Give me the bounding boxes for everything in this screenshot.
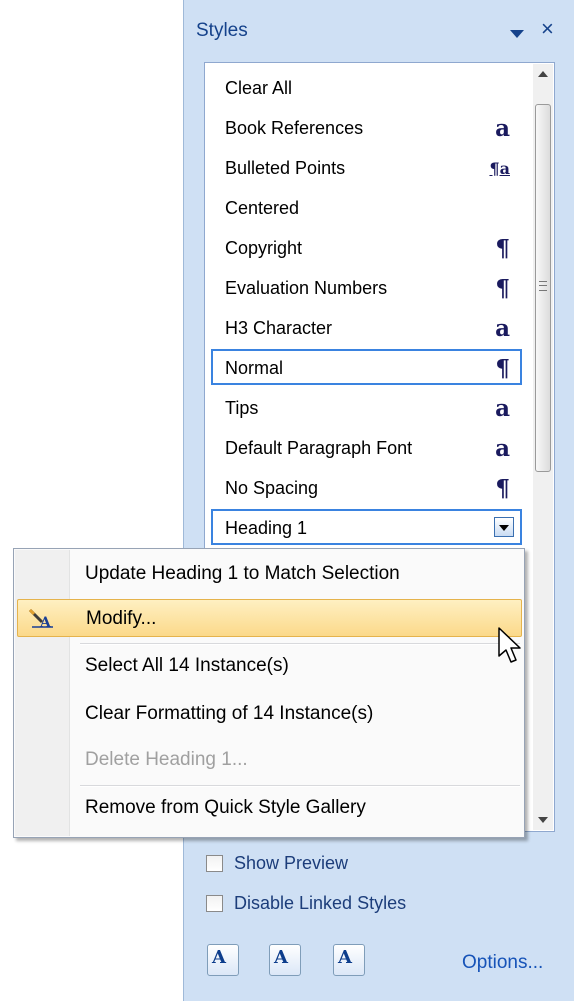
style-inspector-icon: A bbox=[274, 947, 288, 968]
disable-linked-styles-checkbox[interactable] bbox=[206, 895, 223, 912]
show-preview-checkbox[interactable] bbox=[206, 855, 223, 872]
menu-item-label: Clear Formatting of 14 Instance(s) bbox=[85, 703, 374, 724]
scroll-thumb[interactable] bbox=[535, 104, 551, 472]
style-item-bulleted-points[interactable]: Bulleted Points ¶a bbox=[211, 149, 522, 185]
style-item-normal[interactable]: Normal ¶ bbox=[211, 349, 522, 385]
style-label: Default Paragraph Font bbox=[225, 438, 413, 458]
paragraph-style-icon: ¶ bbox=[495, 235, 510, 262]
manage-styles-button[interactable]: A bbox=[333, 944, 365, 976]
style-label: No Spacing bbox=[225, 478, 319, 498]
grip-icon bbox=[539, 281, 547, 291]
pane-options-dropdown-icon[interactable] bbox=[510, 30, 524, 38]
style-item-default-paragraph-font[interactable]: Default Paragraph Font a bbox=[211, 429, 522, 465]
style-dropdown-button[interactable] bbox=[494, 517, 514, 537]
menu-item-modify[interactable]: A Modify... bbox=[17, 599, 522, 637]
styles-pane: Styles × Clear All Book References a Bul… bbox=[183, 0, 574, 1001]
menu-item-label: Remove from Quick Style Gallery bbox=[85, 797, 366, 818]
paragraph-style-icon: ¶ bbox=[495, 355, 510, 382]
modify-style-icon: A bbox=[28, 608, 53, 628]
menu-separator bbox=[80, 785, 520, 787]
linked-style-icon: ¶a bbox=[489, 159, 510, 178]
style-label: Copyright bbox=[225, 238, 303, 258]
menu-item-update-to-match[interactable]: Update Heading 1 to Match Selection bbox=[17, 555, 522, 593]
new-style-icon: A bbox=[212, 947, 226, 968]
manage-styles-icon: A bbox=[338, 947, 352, 968]
style-item-evaluation-numbers[interactable]: Evaluation Numbers ¶ bbox=[211, 269, 522, 305]
paragraph-style-icon: ¶ bbox=[495, 475, 510, 502]
pane-title: Styles bbox=[196, 20, 248, 41]
menu-item-select-all-instances[interactable]: Select All 14 Instance(s) bbox=[17, 647, 522, 685]
style-item-tips[interactable]: Tips a bbox=[211, 389, 522, 425]
style-label: Clear All bbox=[225, 78, 293, 98]
scroll-down-arrow-icon[interactable] bbox=[533, 810, 553, 830]
svg-text:A: A bbox=[39, 615, 52, 628]
disable-linked-styles-label: Disable Linked Styles bbox=[234, 893, 407, 913]
menu-item-clear-formatting[interactable]: Clear Formatting of 14 Instance(s) bbox=[17, 695, 522, 733]
scroll-up-arrow-icon[interactable] bbox=[533, 64, 553, 84]
style-label: Centered bbox=[225, 198, 300, 218]
new-style-button[interactable]: A bbox=[207, 944, 239, 976]
options-link[interactable]: Options... bbox=[462, 952, 543, 974]
style-label: Heading 1 bbox=[225, 518, 308, 538]
style-item-copyright[interactable]: Copyright ¶ bbox=[211, 229, 522, 265]
character-style-icon: a bbox=[495, 435, 510, 462]
style-item-heading-1[interactable]: Heading 1 bbox=[211, 509, 522, 545]
menu-item-remove-from-gallery[interactable]: Remove from Quick Style Gallery bbox=[17, 789, 522, 827]
character-style-icon: a bbox=[495, 315, 510, 342]
menu-item-label: Select All 14 Instance(s) bbox=[85, 655, 289, 676]
style-item-book-references[interactable]: Book References a bbox=[211, 109, 522, 145]
style-item-clear-all[interactable]: Clear All bbox=[211, 69, 522, 105]
menu-separator bbox=[80, 643, 520, 645]
character-style-icon: a bbox=[495, 115, 510, 142]
style-inspector-button[interactable]: A bbox=[269, 944, 301, 976]
style-label: Evaluation Numbers bbox=[225, 278, 388, 298]
menu-item-delete-heading: Delete Heading 1... bbox=[17, 741, 522, 779]
style-item-centered[interactable]: Centered bbox=[211, 189, 522, 225]
paragraph-style-icon: ¶ bbox=[495, 275, 510, 302]
style-label: Bulleted Points bbox=[225, 158, 346, 178]
show-preview-label: Show Preview bbox=[234, 853, 349, 873]
list-scrollbar[interactable] bbox=[533, 64, 553, 830]
close-icon[interactable]: × bbox=[541, 18, 554, 40]
menu-item-label: Update Heading 1 to Match Selection bbox=[85, 563, 400, 584]
menu-item-label: Modify... bbox=[86, 608, 157, 629]
style-label: H3 Character bbox=[225, 318, 333, 338]
menu-item-label: Delete Heading 1... bbox=[85, 749, 248, 770]
style-item-no-spacing[interactable]: No Spacing ¶ bbox=[211, 469, 522, 505]
style-item-h3-character[interactable]: H3 Character a bbox=[211, 309, 522, 345]
style-label: Normal bbox=[225, 358, 284, 378]
style-label: Book References bbox=[225, 118, 364, 138]
mouse-cursor-icon bbox=[498, 627, 521, 663]
style-label: Tips bbox=[225, 398, 259, 418]
style-context-menu: Update Heading 1 to Match Selection A Mo… bbox=[13, 548, 525, 838]
character-style-icon: a bbox=[495, 395, 510, 422]
